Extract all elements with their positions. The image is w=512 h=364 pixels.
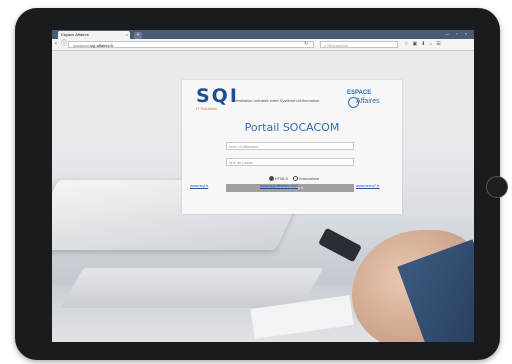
- url-prefix: socacom.: [73, 43, 91, 48]
- portal-title: Portail SOCACOM: [244, 121, 340, 134]
- username-field[interactable]: Nom d'utilisateur: [226, 142, 354, 150]
- close-tab-icon[interactable]: ×: [126, 31, 128, 39]
- password-placeholder: Mot de passe: [229, 160, 254, 165]
- browser-nav-bar: ‹ ⓘ socacom.sqi-affaires.fr ↻ ⌕ Recherch…: [52, 39, 474, 51]
- espace-logo-line1: ESPACE: [347, 90, 372, 96]
- tablet-screen: Espace Affaires × + — ▫ × ‹ ⓘ socacom.sq…: [52, 30, 474, 342]
- laptop-keyboard-background: [60, 268, 324, 308]
- footer-links: www.sqi.fr www.sqi-affaires.com www.terr…: [52, 183, 474, 191]
- radio-alt-label: Standalone: [299, 176, 320, 181]
- link-terra7[interactable]: www.terra7.fr: [356, 183, 380, 188]
- url-domain: sqi-affaires.fr: [90, 43, 114, 48]
- back-arrow-icon[interactable]: ‹: [55, 41, 57, 48]
- tab-title: Espace Affaires: [61, 32, 89, 37]
- link-sqi[interactable]: www.sqi.fr: [190, 183, 208, 188]
- espace-logo-line2: Affaires: [356, 98, 380, 105]
- window-controls[interactable]: — ▫ ×: [445, 31, 470, 36]
- link-sqi-affaires[interactable]: www.sqi-affaires.com: [260, 183, 298, 188]
- phone-background: [318, 227, 362, 263]
- browser-tab[interactable]: Espace Affaires ×: [58, 31, 130, 39]
- info-icon[interactable]: ⓘ: [61, 41, 67, 48]
- mode-radio-group: HTML5 Standalone: [182, 176, 402, 182]
- login-card: SQI IT Solutions Ventilation unicable vo…: [182, 80, 402, 214]
- search-placeholder: Rechercher: [327, 43, 349, 48]
- new-tab-button[interactable]: +: [134, 32, 142, 39]
- url-bar[interactable]: socacom.sqi-affaires.fr: [68, 41, 314, 48]
- sqi-tagline: Ventilation unicable votre Système d'Inf…: [234, 98, 320, 103]
- tablet-home-button[interactable]: [486, 176, 508, 198]
- radio-html[interactable]: [268, 176, 274, 182]
- reload-icon[interactable]: ↻: [304, 41, 308, 48]
- search-input[interactable]: ⌕ Rechercher: [320, 41, 398, 48]
- sqi-logo: SQI: [196, 85, 239, 107]
- username-placeholder: Nom d'utilisateur: [229, 144, 259, 149]
- radio-html-label: HTML5: [274, 176, 288, 181]
- toolbar-icons[interactable]: ☆▣⬇⌂☰: [404, 41, 445, 48]
- radio-alt[interactable]: [293, 176, 298, 182]
- sqi-logo-subtitle: IT Solutions: [196, 106, 218, 111]
- password-field[interactable]: Mot de passe: [226, 158, 354, 166]
- browser-tab-bar: Espace Affaires × + — ▫ ×: [52, 30, 474, 39]
